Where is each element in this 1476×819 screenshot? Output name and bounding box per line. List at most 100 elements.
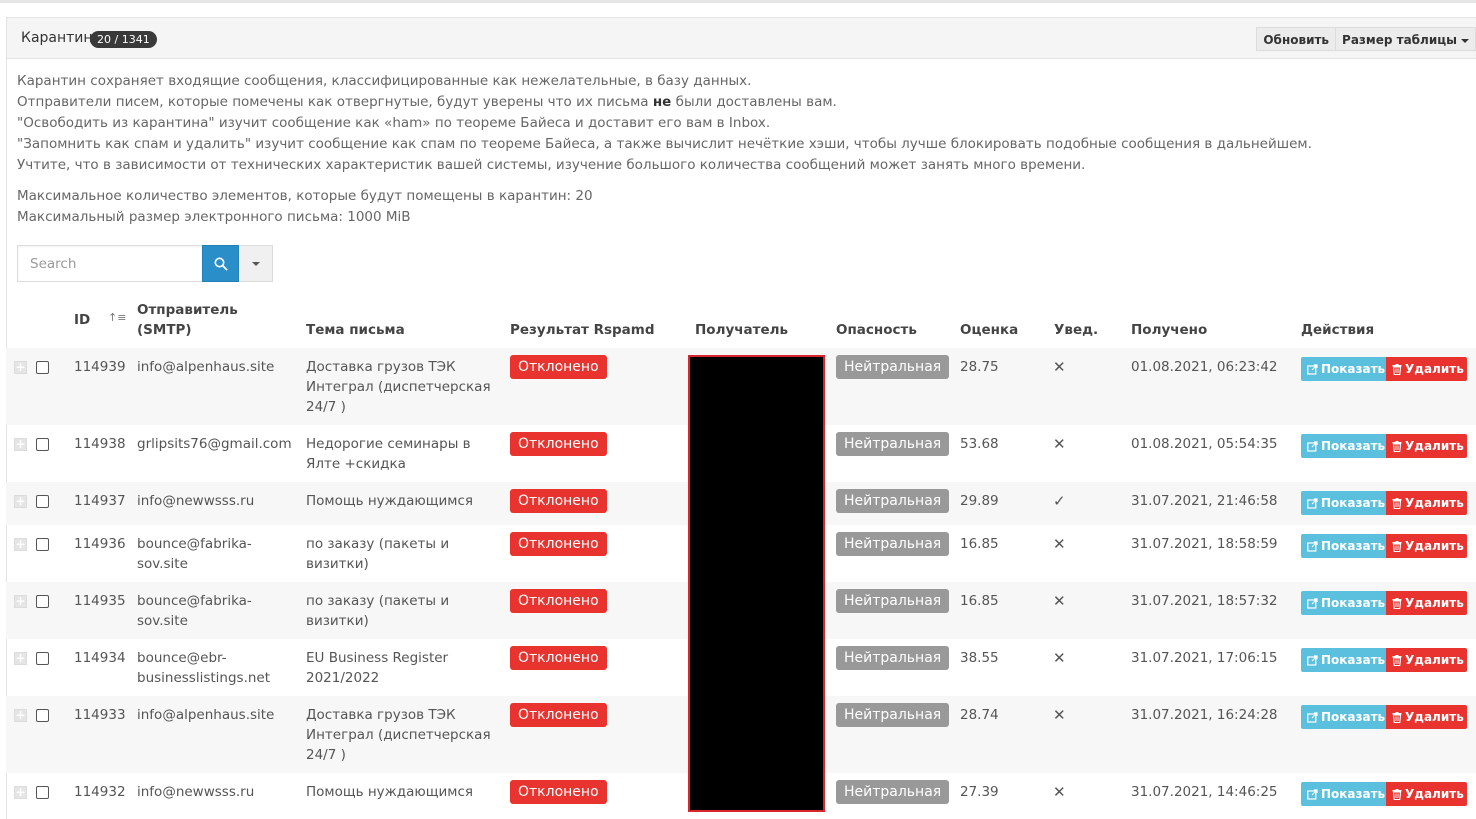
- delete-button[interactable]: Удалить: [1386, 434, 1467, 458]
- limits-info: Максимальное количество элементов, котор…: [17, 186, 593, 228]
- search-input[interactable]: [17, 245, 202, 282]
- cell-received: 31.07.2021, 21:46:58: [1131, 493, 1278, 509]
- cell-id: 114937: [74, 493, 126, 509]
- show-button[interactable]: Показать: [1301, 434, 1386, 458]
- cell-score: 29.89: [960, 493, 999, 509]
- row-checkbox[interactable]: [36, 495, 49, 508]
- row-checkbox[interactable]: [36, 361, 49, 374]
- top-border: [0, 0, 1476, 3]
- cell-id: 114935: [74, 593, 126, 609]
- expand-row-button[interactable]: +: [14, 652, 27, 665]
- delete-button[interactable]: Удалить: [1386, 357, 1467, 381]
- result-rejected-badge: Отклонено: [510, 589, 607, 613]
- row-checkbox[interactable]: [36, 652, 49, 665]
- cell-sender: bounce@fabrika-sov.site: [137, 536, 252, 572]
- cell-sender: bounce@ebr-businesslistings.net: [137, 650, 271, 686]
- panel-header: Карантин 20 / 1341 Обновить Размер табли…: [7, 18, 1476, 59]
- row-checkbox[interactable]: [36, 595, 49, 608]
- max-size-text: Максимальный размер электронного письма:…: [17, 209, 411, 225]
- cell-sender: grlipsits76@gmail.com: [137, 436, 292, 452]
- result-rejected-badge: Отклонено: [510, 489, 607, 513]
- trash-icon: [1392, 653, 1405, 667]
- cell-subject: по заказу (пакеты и визитки): [306, 536, 450, 572]
- col-header-id[interactable]: ID: [74, 310, 90, 330]
- cell-sender: info@newwsss.ru: [137, 784, 255, 800]
- cross-icon: ✕: [1053, 535, 1066, 553]
- trash-icon: [1392, 539, 1405, 553]
- sort-icon[interactable]: ↑≡: [108, 311, 126, 324]
- result-rejected-badge: Отклонено: [510, 646, 607, 670]
- search-button[interactable]: [202, 245, 239, 282]
- delete-button[interactable]: Удалить: [1386, 591, 1467, 615]
- expand-row-button[interactable]: +: [14, 361, 27, 374]
- show-button[interactable]: Показать: [1301, 648, 1386, 672]
- row-checkbox[interactable]: [36, 538, 49, 551]
- result-rejected-badge: Отклонено: [510, 355, 607, 379]
- search-icon: [214, 257, 228, 271]
- external-link-icon: [1307, 439, 1321, 453]
- col-header-score[interactable]: Оценка: [960, 320, 1018, 340]
- show-button[interactable]: Показать: [1301, 591, 1386, 615]
- description-line: "Освободить из карантина" изучит сообщен…: [17, 115, 771, 131]
- result-rejected-badge: Отклонено: [510, 703, 607, 727]
- danger-neutral-badge: Нейтральная: [836, 703, 950, 727]
- col-header-sender[interactable]: Отправитель (SMTP): [137, 300, 238, 340]
- chevron-down-icon: [1461, 38, 1469, 43]
- cell-sender: info@alpenhaus.site: [137, 707, 275, 723]
- cell-sender: info@alpenhaus.site: [137, 359, 275, 375]
- cell-id: 114939: [74, 359, 126, 375]
- cell-id: 114938: [74, 436, 126, 452]
- delete-button[interactable]: Удалить: [1386, 782, 1467, 806]
- danger-neutral-badge: Нейтральная: [836, 646, 950, 670]
- show-button[interactable]: Показать: [1301, 491, 1386, 515]
- cell-subject: Недорогие семинары в Ялте +скидка: [306, 436, 471, 472]
- trash-icon: [1392, 439, 1405, 453]
- description-line: Учтите, что в зависимости от технических…: [17, 157, 1086, 173]
- cross-icon: ✕: [1053, 783, 1066, 801]
- search-options-dropdown[interactable]: [239, 245, 273, 282]
- max-items-text: Максимальное количество элементов, котор…: [17, 188, 593, 204]
- trash-icon: [1392, 787, 1405, 801]
- col-header-recipient[interactable]: Получатель: [695, 320, 788, 340]
- external-link-icon: [1307, 539, 1321, 553]
- col-header-danger[interactable]: Опасность: [836, 320, 917, 340]
- cell-received: 31.07.2021, 18:57:32: [1131, 593, 1278, 609]
- row-checkbox[interactable]: [36, 438, 49, 451]
- expand-row-button[interactable]: +: [14, 786, 27, 799]
- refresh-button[interactable]: Обновить: [1256, 27, 1337, 51]
- cell-score: 38.55: [960, 650, 999, 666]
- cell-score: 16.85: [960, 536, 999, 552]
- row-checkbox[interactable]: [36, 709, 49, 722]
- col-header-subject[interactable]: Тема письма: [306, 320, 405, 340]
- delete-button[interactable]: Удалить: [1386, 534, 1467, 558]
- expand-row-button[interactable]: +: [14, 438, 27, 451]
- delete-button[interactable]: Удалить: [1386, 648, 1467, 672]
- expand-row-button[interactable]: +: [14, 595, 27, 608]
- show-button[interactable]: Показать: [1301, 534, 1386, 558]
- check-icon: ✓: [1053, 492, 1066, 510]
- danger-neutral-badge: Нейтральная: [836, 432, 950, 456]
- show-button[interactable]: Показать: [1301, 357, 1386, 381]
- danger-neutral-badge: Нейтральная: [836, 780, 950, 804]
- table-size-dropdown[interactable]: Размер таблицы: [1336, 27, 1476, 51]
- search-group: [17, 245, 273, 282]
- trash-icon: [1392, 710, 1405, 724]
- cell-received: 31.07.2021, 14:46:25: [1131, 784, 1278, 800]
- col-header-result[interactable]: Результат Rspamd: [510, 320, 655, 340]
- recipient-redaction: [688, 355, 825, 812]
- show-button[interactable]: Показать: [1301, 782, 1386, 806]
- delete-button[interactable]: Удалить: [1386, 491, 1467, 515]
- delete-button[interactable]: Удалить: [1386, 705, 1467, 729]
- show-button[interactable]: Показать: [1301, 705, 1386, 729]
- row-checkbox[interactable]: [36, 786, 49, 799]
- col-header-notify[interactable]: Увед.: [1054, 320, 1098, 340]
- expand-row-button[interactable]: +: [14, 709, 27, 722]
- col-header-received[interactable]: Получено: [1131, 320, 1207, 340]
- expand-row-button[interactable]: +: [14, 538, 27, 551]
- danger-neutral-badge: Нейтральная: [836, 489, 950, 513]
- cell-score: 16.85: [960, 593, 999, 609]
- cell-subject: EU Business Register 2021/2022: [306, 650, 449, 686]
- expand-row-button[interactable]: +: [14, 495, 27, 508]
- result-rejected-badge: Отклонено: [510, 532, 607, 556]
- header-buttons: Обновить Размер таблицы: [1256, 27, 1476, 51]
